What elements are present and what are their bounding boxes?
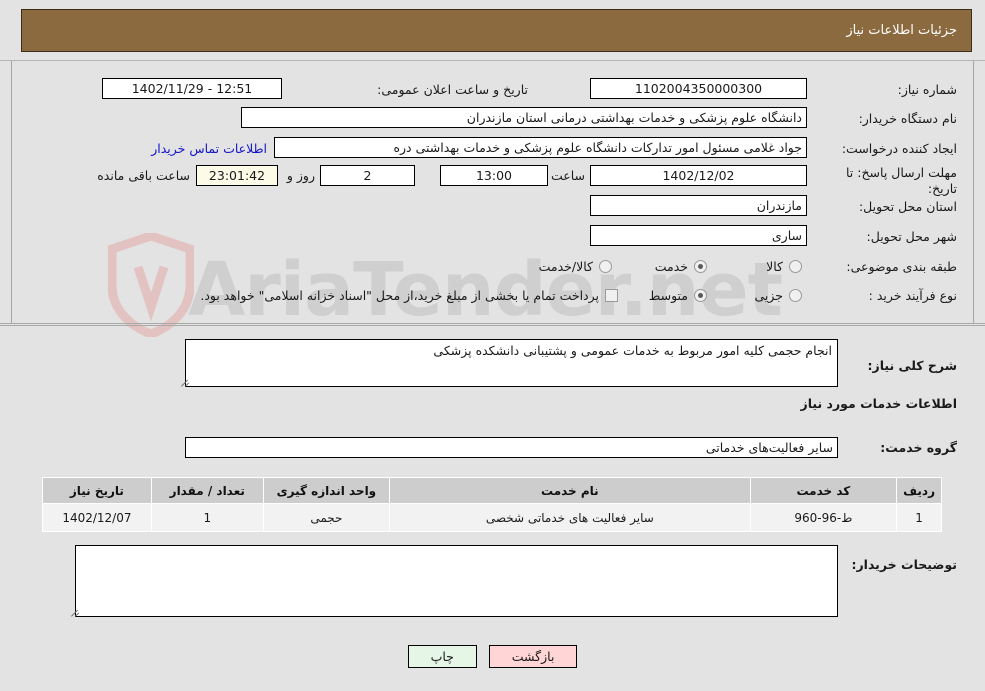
process-type-label: نوع فرآیند خرید : bbox=[868, 288, 957, 303]
province-label: استان محل تحویل: bbox=[858, 199, 957, 214]
deadline-label: مهلت ارسال پاسخ: تا تاریخ: bbox=[846, 165, 957, 196]
need-summary-panel: شماره نیاز: 1102004350000300 تاریخ و ساع… bbox=[0, 60, 985, 326]
category-label: طبقه بندی موضوعی: bbox=[846, 259, 957, 274]
radio-category-kala-khedmat-label: کالا/خدمت bbox=[538, 259, 593, 274]
radio-process-jozi[interactable] bbox=[789, 289, 802, 302]
services-table: ردیف کد خدمت نام خدمت واحد اندازه گیری ت… bbox=[42, 477, 942, 532]
city-label: شهر محل تحویل: bbox=[866, 229, 957, 244]
province-field[interactable]: مازندران bbox=[590, 195, 807, 216]
days-and-label: روز و bbox=[286, 168, 315, 183]
footer-button-row: بازگشت چاپ bbox=[0, 645, 985, 668]
print-button[interactable]: چاپ bbox=[407, 645, 477, 668]
col-unit: واحد اندازه گیری bbox=[262, 477, 391, 504]
deadline-time-field[interactable]: 13:00 bbox=[440, 165, 548, 186]
radio-category-khedmat-label: خدمت bbox=[654, 259, 688, 274]
table-row: 1 ط-96-960 سایر فعالیت های خدماتی شخصی ح… bbox=[42, 503, 942, 532]
service-group-field[interactable]: سایر فعالیت‌های خدماتی bbox=[185, 437, 838, 458]
col-radif: ردیف bbox=[896, 477, 942, 504]
radio-process-motevaset[interactable] bbox=[694, 289, 707, 302]
description-label: شرح کلی نیاز: bbox=[867, 358, 957, 373]
description-textarea[interactable]: انجام حجمی کلیه امور مربوط به خدمات عموم… bbox=[185, 339, 838, 387]
buyer-notes-label: توضیحات خریدار: bbox=[851, 557, 957, 572]
cell-radif: 1 bbox=[896, 503, 942, 532]
col-service-name: نام خدمت bbox=[389, 477, 751, 504]
cell-quantity: 1 bbox=[150, 503, 264, 532]
buyer-contact-link[interactable]: اطلاعات تماس خریدار bbox=[151, 141, 267, 156]
col-service-code: کد خدمت bbox=[749, 477, 898, 504]
cell-unit: حجمی bbox=[262, 503, 391, 532]
buyer-org-field[interactable]: دانشگاه علوم پزشکی و خدمات بهداشتی درمان… bbox=[241, 107, 807, 128]
service-group-label: گروه خدمت: bbox=[880, 440, 957, 455]
treasury-bonds-checkbox[interactable] bbox=[605, 289, 618, 302]
remaining-days-field[interactable]: 2 bbox=[320, 165, 415, 186]
radio-process-motevaset-label: متوسط bbox=[648, 288, 688, 303]
radio-category-kala-label: کالا bbox=[766, 259, 783, 274]
radio-category-kala[interactable] bbox=[789, 260, 802, 273]
request-creator-field[interactable]: جواد غلامی مسئول امور تدارکات دانشگاه عل… bbox=[274, 137, 807, 158]
back-button[interactable]: بازگشت bbox=[488, 645, 578, 668]
panel-left-rule bbox=[11, 61, 12, 323]
need-number-label: شماره نیاز: bbox=[897, 82, 957, 97]
buyer-org-label: نام دستگاه خریدار: bbox=[858, 111, 957, 126]
hour-label: ساعت bbox=[550, 168, 585, 183]
remaining-time-field[interactable]: 23:01:42 bbox=[196, 165, 278, 186]
request-creator-label: ایجاد کننده درخواست: bbox=[841, 141, 957, 156]
announce-datetime-field[interactable]: 12:51 - 1402/11/29 bbox=[102, 78, 282, 99]
buyer-notes-textarea[interactable] bbox=[75, 545, 838, 617]
col-quantity: تعداد / مقدار bbox=[150, 477, 264, 504]
page-title: جزئیات اطلاعات نیاز bbox=[846, 23, 957, 38]
cell-service-code: ط-96-960 bbox=[749, 503, 898, 532]
treasury-bonds-label: پرداخت تمام یا بخشی از مبلغ خرید،از محل … bbox=[200, 288, 599, 303]
services-section-title: اطلاعات خدمات مورد نیاز bbox=[800, 396, 958, 411]
radio-category-khedmat[interactable] bbox=[694, 260, 707, 273]
cell-service-name: سایر فعالیت های خدماتی شخصی bbox=[389, 503, 751, 532]
cell-need-date: 1402/12/07 bbox=[42, 503, 152, 532]
radio-process-jozi-label: جزیی bbox=[754, 288, 783, 303]
need-number-field[interactable]: 1102004350000300 bbox=[590, 78, 807, 99]
city-field[interactable]: ساری bbox=[590, 225, 807, 246]
page-header: جزئیات اطلاعات نیاز bbox=[21, 9, 972, 52]
remaining-suffix-label: ساعت باقی مانده bbox=[97, 168, 190, 183]
announce-datetime-label: تاریخ و ساعت اعلان عمومی: bbox=[377, 82, 528, 97]
table-header-row: ردیف کد خدمت نام خدمت واحد اندازه گیری ت… bbox=[42, 477, 942, 504]
panel-right-rule bbox=[973, 61, 974, 323]
radio-category-kala-khedmat[interactable] bbox=[599, 260, 612, 273]
deadline-date-field[interactable]: 1402/12/02 bbox=[590, 165, 807, 186]
col-need-date: تاریخ نیاز bbox=[42, 477, 152, 504]
